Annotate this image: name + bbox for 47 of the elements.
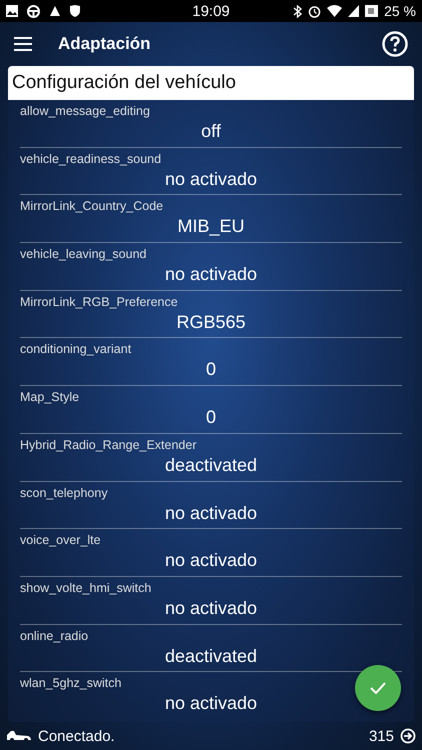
image-icon	[6, 5, 18, 17]
setting-name: scon_telephony	[20, 484, 108, 500]
setting-name: wlan_5ghz_switch	[20, 675, 122, 690]
setting-value[interactable]: deactivated	[164, 646, 258, 667]
setting-value[interactable]: off	[201, 121, 221, 142]
setting-name: vehicle_leaving_sound	[20, 246, 146, 262]
setting-name: conditioning_variant	[20, 341, 132, 356]
connection-status: Conectado.	[38, 728, 116, 744]
app-bar-title: Adaptación	[58, 34, 152, 54]
menu-icon[interactable]	[14, 37, 32, 51]
steering-wheel-icon	[27, 4, 40, 18]
battery-icon	[365, 5, 378, 17]
card-title: Configuración del vehículo	[8, 66, 414, 100]
setting-name: MirrorLink_RGB_Preference	[20, 294, 178, 309]
triangle-icon	[49, 5, 61, 17]
counter: 315	[368, 728, 394, 744]
setting-value[interactable]: no activado	[164, 550, 258, 572]
setting-value[interactable]: no activado	[164, 168, 258, 190]
setting-name: MirrorLink_Country_Code	[20, 198, 164, 214]
setting-value[interactable]: no activado	[164, 502, 258, 524]
checkmark-icon	[370, 682, 386, 694]
setting-value[interactable]: 0	[206, 407, 216, 428]
setting-value[interactable]: no activado	[164, 264, 258, 286]
setting-value[interactable]: RGB565	[176, 312, 246, 333]
help-icon[interactable]	[382, 31, 408, 57]
setting-name: Map_Style	[20, 389, 80, 404]
confirm-button[interactable]	[355, 665, 401, 711]
bluetooth-icon	[293, 4, 302, 18]
signal-icon	[348, 5, 360, 17]
setting-name: online_radio	[20, 628, 88, 643]
setting-name: show_volte_hmi_switch	[20, 580, 152, 595]
setting-value[interactable]: MIB_EU	[177, 216, 245, 238]
shield-icon	[70, 5, 80, 17]
car-icon	[6, 730, 32, 742]
setting-name: allow_message_editing	[20, 103, 150, 118]
setting-name: vehicle_readiness_sound	[20, 150, 162, 166]
logout-icon[interactable]	[400, 728, 416, 744]
setting-name: Hybrid_Radio_Range_Extender	[20, 436, 197, 452]
setting-value[interactable]: no activado	[164, 693, 258, 714]
setting-name: voice_over_lte	[20, 532, 101, 548]
wifi-icon	[327, 5, 342, 17]
clock-time: 19:09	[192, 2, 230, 20]
setting-value[interactable]: deactivated	[164, 454, 258, 476]
alarm-icon	[308, 4, 322, 18]
setting-value[interactable]: 0	[206, 359, 216, 380]
battery-percentage: 25 %	[384, 3, 416, 19]
setting-value[interactable]: no activado	[164, 598, 258, 619]
